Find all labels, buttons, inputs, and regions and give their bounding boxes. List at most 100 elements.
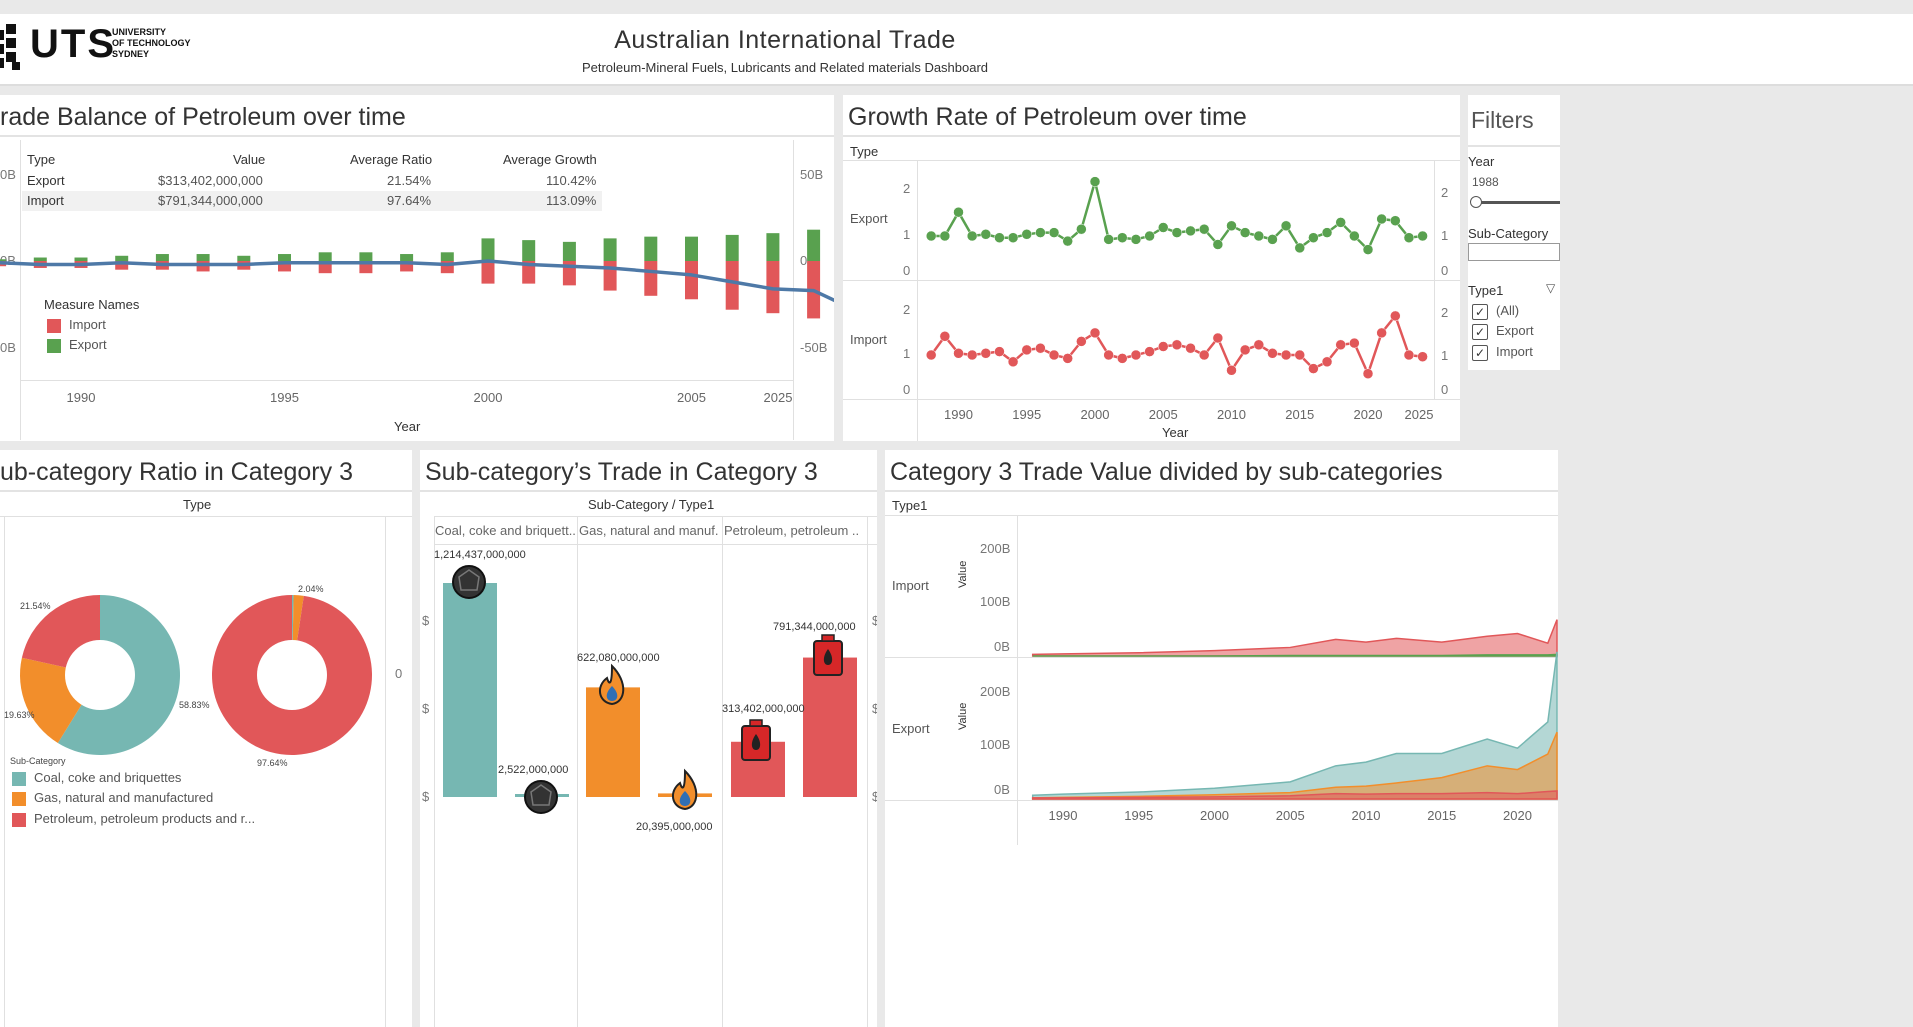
growth-point-import [994,346,1005,357]
type1-option-import[interactable]: ✓ Import [1472,344,1533,361]
year-slider-handle[interactable] [1470,196,1482,208]
x-tick: 2025 [764,390,793,405]
x-tick: 2025 [1405,407,1434,422]
bar-export [400,254,414,261]
growth-point-export [953,206,964,218]
bar-label: 622,080,000,000 [577,652,660,664]
growth-point-export [1198,223,1210,235]
bar-export [278,254,291,261]
growth-point-import [980,348,992,359]
growth-point-export [1294,242,1305,254]
subcat-bar [443,583,497,797]
x-tick: 1990 [67,390,96,405]
growth-point-export [1158,222,1169,233]
growth-point-export [1335,217,1346,228]
growth-point-export [1280,220,1292,232]
fuel-can-cap [821,634,835,642]
header-bar: UTS UNIVERSITY OF TECHNOLOGY SYDNEY Aust… [0,14,1913,86]
bar-export [807,229,821,261]
category-value-chart: 1990 1995 2000 2005 2010 2015 2020 [1031,619,1558,823]
bar-label: 1,214,437,000,000 [434,549,526,561]
bar-export [74,257,88,261]
x-tick: 2010 [1352,808,1381,823]
bar-import [725,261,739,310]
growth-point-import [1048,349,1060,361]
bar-export [562,241,576,261]
bar-export [318,252,332,261]
growth-point-export [1144,230,1155,242]
legend-item-gas[interactable]: Gas, natural and manufactured [12,790,213,806]
growth-rate-panel: Growth Rate of Petroleum over time Type … [843,95,1460,441]
type1-filter-label: Type1 [1468,283,1504,298]
category-value-panel: Category 3 Trade Value divided by sub-ca… [885,450,1558,1027]
growth-point-import [1417,351,1428,362]
growth-point-export [980,229,992,240]
growth-point-import [1349,337,1360,349]
growth-point-export [1239,227,1251,238]
x-tick: 2000 [1200,808,1229,823]
growth-line-export [931,176,1423,252]
growth-point-export [1417,230,1428,242]
legend-item-coal[interactable]: Coal, coke and briquettes [12,770,181,786]
bar-import [603,261,617,291]
growth-point-export [1117,232,1128,243]
bar-export [522,240,536,261]
legend-label: Export [69,337,107,352]
filter-funnel-icon[interactable]: ▽ [1546,281,1555,295]
growth-point-import [1198,349,1210,361]
growth-point-import [1089,327,1101,339]
subcat-bar [803,657,857,797]
legend-label: Gas, natural and manufactured [34,790,214,805]
page-title: Australian International Trade [614,26,956,54]
pie1-label: 58.83% [179,700,210,710]
growth-point-export [1185,225,1196,237]
pie2-label: 2.04% [298,584,324,594]
growth-point-import [1253,339,1265,351]
bar-export [603,238,617,261]
growth-point-export [1048,227,1060,238]
growth-point-export [1021,229,1032,240]
growth-point-import [1390,310,1401,322]
x-tick: 2000 [1081,407,1110,422]
option-label: Export [1496,323,1534,338]
x-tick: 2015 [1427,808,1456,823]
balance-line [0,259,834,303]
x-tick: 1990 [1049,808,1078,823]
type1-option-export[interactable]: ✓ Export [1472,323,1534,340]
growth-point-export [1403,232,1415,243]
growth-point-import [1321,356,1333,368]
year-slider[interactable] [1474,201,1560,204]
legend-title: Measure Names [44,297,140,312]
bar-export [440,252,454,261]
type1-option-all[interactable]: ✓ (All) [1472,303,1519,320]
growth-point-export [1062,235,1073,247]
growth-point-import [1158,341,1169,352]
growth-point-export [1089,176,1101,187]
pie2-label: 97.64% [257,758,288,768]
option-label: Import [1496,344,1533,359]
legend-item-petroleum[interactable]: Petroleum, petroleum products and r... [12,811,255,827]
growth-point-import [1062,353,1073,364]
bar-label: 20,395,000,000 [636,821,713,833]
area-series [1031,619,1558,657]
bar-export [0,259,7,261]
legend-item-import[interactable]: Import [47,317,106,333]
growth-point-import [1076,336,1087,347]
growth-point-import [1403,349,1415,361]
bar-import [644,261,658,296]
subcat-trade-chart [443,565,857,814]
growth-point-import [1103,349,1114,361]
growth-point-export [1308,232,1319,243]
x-tick: 1995 [270,390,299,405]
growth-point-import [1335,339,1346,351]
growth-point-import [1362,368,1374,379]
growth-point-import [1308,363,1319,374]
x-tick: 1995 [1124,808,1153,823]
filters-panel: Filters Year 1988 Sub-Category Type1 ▽ ✓… [1468,95,1560,370]
legend-item-export[interactable]: Export [47,337,107,353]
growth-point-export [1267,234,1278,245]
subcategory-filter-input[interactable] [1468,243,1560,261]
growth-point-export [925,230,937,242]
growth-rate-chart: 1990 1995 2000 2005 2010 2015 2020 2025 [925,176,1434,422]
bar-export [115,255,129,261]
